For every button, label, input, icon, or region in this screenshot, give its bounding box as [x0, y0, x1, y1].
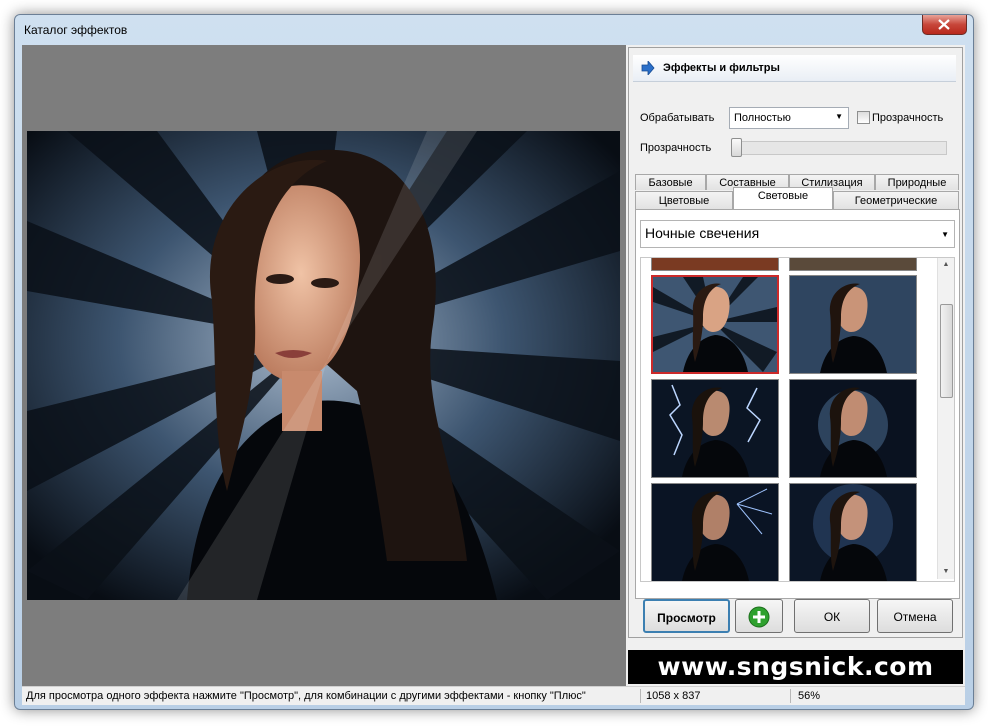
transparency-slider-thumb[interactable]	[731, 138, 742, 157]
scroll-up-arrow-icon[interactable]: ▲	[938, 258, 954, 272]
status-dimensions: 1058 x 837	[646, 690, 701, 702]
effect-thumbnail-list[interactable]: ▲ ▼	[640, 257, 955, 582]
tab-content: Ночные свечения ▼ ▲ ▼	[635, 209, 960, 599]
tab-color[interactable]: Цветовые	[635, 191, 733, 209]
cancel-button[interactable]: Отмена	[877, 599, 953, 633]
status-separator	[640, 689, 641, 703]
chevron-down-icon: ▼	[835, 112, 843, 121]
process-mode-select[interactable]: Полностью ▼	[729, 107, 849, 129]
scroll-down-arrow-icon[interactable]: ▼	[938, 565, 954, 579]
plus-icon	[748, 606, 770, 628]
process-label: Обрабатывать	[640, 112, 715, 124]
effect-thumbnail-selected[interactable]	[651, 275, 779, 374]
title-bar[interactable]: Каталог эффектов	[15, 15, 973, 45]
effect-select[interactable]: Ночные свечения ▼	[640, 220, 955, 248]
transparency-checkbox[interactable]	[857, 111, 870, 124]
effect-select-value: Ночные свечения	[645, 225, 760, 241]
effects-catalog-window: Каталог эффектов Эффекты и фильтры Обраб…	[14, 14, 974, 710]
preview-image	[27, 131, 620, 600]
watermark: www.sngsnick.com	[628, 650, 963, 684]
transparency-slider-label: Прозрачность	[640, 142, 712, 154]
effect-thumbnail[interactable]	[651, 483, 779, 581]
tab-light[interactable]: Световые	[733, 187, 833, 209]
close-icon	[938, 19, 950, 30]
close-button[interactable]	[922, 15, 967, 35]
effect-thumbnail[interactable]	[651, 379, 779, 478]
scrollbar-thumb[interactable]	[940, 304, 953, 398]
chevron-down-icon: ▼	[941, 230, 949, 239]
arrow-right-icon	[641, 61, 655, 75]
effects-title: Эффекты и фильтры	[663, 62, 780, 74]
status-hint: Для просмотра одного эффекта нажмите "Пр…	[26, 690, 586, 702]
dialog-client-area: Эффекты и фильтры Обрабатывать Полностью…	[22, 45, 965, 686]
process-mode-value: Полностью	[734, 112, 791, 124]
effects-header: Эффекты и фильтры	[633, 55, 956, 82]
tab-geometric[interactable]: Геометрические	[833, 191, 959, 209]
thumbnail-scrollbar[interactable]: ▲ ▼	[937, 258, 954, 579]
effect-thumbnail[interactable]	[789, 379, 917, 478]
effect-thumbnail[interactable]	[789, 258, 917, 271]
preview-area	[22, 45, 626, 686]
transparency-slider-track[interactable]	[731, 141, 947, 155]
effect-thumbnail[interactable]	[789, 275, 917, 374]
tab-natural[interactable]: Природные	[875, 174, 959, 190]
tab-basic[interactable]: Базовые	[635, 174, 706, 190]
status-separator	[790, 689, 791, 703]
transparency-checkbox-label: Прозрачность	[872, 112, 944, 124]
effects-panel: Эффекты и фильтры Обрабатывать Полностью…	[628, 47, 963, 638]
window-title: Каталог эффектов	[24, 23, 128, 37]
ok-button[interactable]: ОК	[794, 599, 870, 633]
effect-thumbnail[interactable]	[789, 483, 917, 581]
preview-button[interactable]: Просмотр	[643, 599, 730, 633]
status-bar: Для просмотра одного эффекта нажмите "Пр…	[22, 686, 965, 705]
effect-thumbnail[interactable]	[651, 258, 779, 271]
status-zoom: 56%	[798, 690, 821, 702]
add-effect-button[interactable]	[735, 599, 783, 633]
